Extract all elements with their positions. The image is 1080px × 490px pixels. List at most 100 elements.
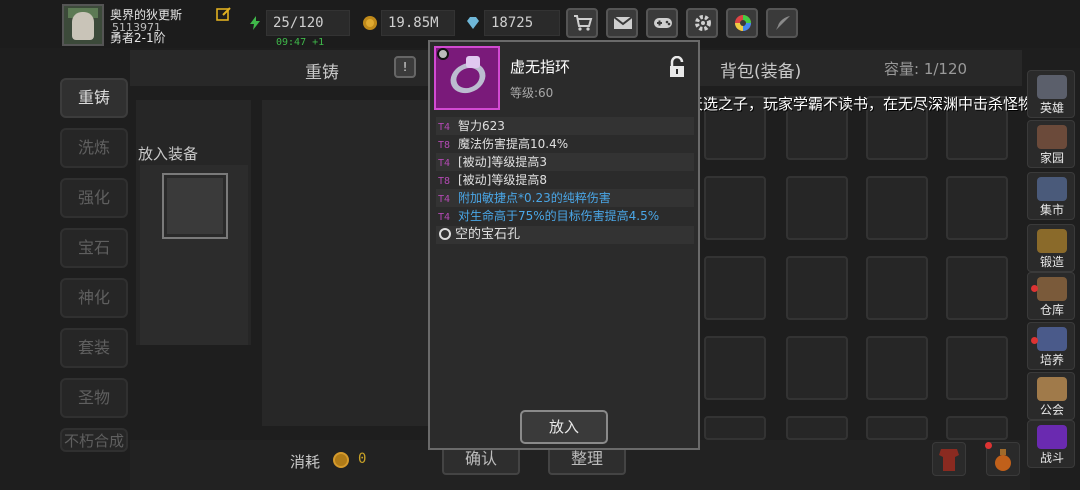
- backpack-slot[interactable]: [866, 256, 928, 320]
- stat-tier: T4: [438, 212, 451, 223]
- backpack-slot[interactable]: [866, 336, 928, 400]
- diamond-icon: [467, 17, 479, 29]
- stat-text: 魔法伤害提高10.4%: [458, 137, 569, 151]
- gold-value: 19.85M: [388, 15, 439, 31]
- anvil-icon: [1037, 229, 1067, 253]
- nav-warehouse[interactable]: 仓库: [1027, 272, 1075, 320]
- color-wheel-button[interactable]: [726, 8, 758, 38]
- item-level: 等级:60: [510, 86, 554, 100]
- select-circle-icon: [437, 48, 449, 60]
- stat-text: 附加敏捷点*0.23的纯粹伤害: [458, 191, 611, 205]
- market-icon: [1037, 177, 1067, 201]
- nav-home[interactable]: 家园: [1027, 120, 1075, 168]
- stat-text: 智力623: [458, 119, 505, 133]
- energy-timer: 09:47 +1: [276, 37, 325, 48]
- player-rank: 勇者2-1阶: [110, 31, 166, 45]
- hero-icon: [1037, 75, 1067, 99]
- backpack-slot[interactable]: [946, 336, 1008, 400]
- nav-label: 培养: [1039, 353, 1064, 367]
- quill-icon: [776, 16, 790, 30]
- backpack-slot[interactable]: [704, 416, 766, 440]
- gamepad-icon: [654, 18, 672, 28]
- empty-socket-icon: [439, 228, 451, 240]
- settings-gear-icon: [695, 15, 711, 31]
- backpack-slot[interactable]: [786, 416, 848, 440]
- armor-icon: [939, 449, 959, 471]
- nav-guild[interactable]: 公会: [1027, 372, 1075, 420]
- energy-value: 25/120: [273, 15, 324, 31]
- backpack-slot[interactable]: [704, 256, 766, 320]
- shop-button[interactable]: [566, 8, 598, 38]
- nav-market[interactable]: 集市: [1027, 172, 1075, 220]
- place-button[interactable]: 放入: [520, 410, 608, 444]
- quill-button[interactable]: [766, 8, 798, 38]
- unlock-icon[interactable]: [667, 56, 687, 78]
- stat-text: [被动]等级提高3: [458, 155, 547, 169]
- backpack-slot[interactable]: [704, 336, 766, 400]
- item-stat-row: T4 附加敏捷点*0.23的纯粹伤害: [436, 189, 694, 207]
- hint-button[interactable]: !: [394, 56, 416, 78]
- gem-counter: 18725: [467, 10, 560, 36]
- cost-value: 0: [358, 451, 367, 467]
- backpack-slot[interactable]: [946, 176, 1008, 240]
- potion-icon: [995, 449, 1011, 471]
- item-stat-row: T4 对生命高于75%的目标伤害提高4.5%: [436, 207, 694, 225]
- mail-icon: [613, 16, 633, 29]
- stat-text: [被动]等级提高8: [458, 173, 547, 187]
- gem-value: 18725: [491, 15, 534, 31]
- item-stat-row: T4 [被动]等级提高3: [436, 153, 694, 171]
- announcement-marquee: 天选之子，玩家学霸不读书，在无尽深渊中击杀怪物获: [688, 95, 1049, 113]
- cost-label: 消耗: [290, 453, 321, 471]
- nav-label: 锻造: [1039, 255, 1064, 269]
- color-wheel-icon: [735, 15, 751, 31]
- nav-label: 英雄: [1039, 101, 1064, 115]
- side-tab-set[interactable]: 套装: [60, 328, 128, 368]
- item-stat-row: T8 魔法伤害提高10.4%: [436, 135, 694, 153]
- side-tab-gem[interactable]: 宝石: [60, 228, 128, 268]
- backpack-slot[interactable]: [704, 176, 766, 240]
- nav-portal[interactable]: 战斗: [1027, 420, 1075, 468]
- place-equipment-label: 放入装备: [138, 145, 199, 163]
- side-tab-enhance[interactable]: 强化: [60, 178, 128, 218]
- energy-counter: 25/120: [250, 10, 350, 36]
- stat-text: 对生命高于75%的目标伤害提高4.5%: [458, 209, 660, 223]
- gem-socket: 空的宝石孔: [436, 226, 694, 244]
- side-tab-recast[interactable]: 重铸: [60, 78, 128, 118]
- backpack-slot[interactable]: [866, 176, 928, 240]
- nav-hero[interactable]: 英雄: [1027, 70, 1075, 118]
- notification-dot: [985, 442, 992, 449]
- shop-cart-icon: [574, 15, 593, 31]
- notification-dot: [1031, 337, 1038, 344]
- side-tab-deify[interactable]: 神化: [60, 278, 128, 318]
- backpack-slot[interactable]: [786, 336, 848, 400]
- home-icon: [1037, 125, 1067, 149]
- backpack-slot[interactable]: [946, 256, 1008, 320]
- side-tab-refine[interactable]: 洗炼: [60, 128, 128, 168]
- edit-icon[interactable]: [216, 6, 232, 22]
- item-name: 虚无指环: [510, 58, 571, 76]
- backpack-slot[interactable]: [946, 416, 1008, 440]
- nav-anvil[interactable]: 锻造: [1027, 224, 1075, 272]
- socket-label: 空的宝石孔: [455, 227, 521, 242]
- nav-training[interactable]: 培养: [1027, 322, 1075, 370]
- guild-icon: [1037, 377, 1067, 401]
- settings-button[interactable]: [686, 8, 718, 38]
- equipment-slot[interactable]: [162, 173, 228, 239]
- notification-dot: [1031, 285, 1038, 292]
- nav-label: 公会: [1039, 403, 1064, 417]
- side-tab-immortal-synthesis[interactable]: 不朽合成: [60, 428, 128, 452]
- avatar[interactable]: [62, 4, 104, 46]
- nav-label: 家园: [1039, 151, 1064, 165]
- backpack-slot[interactable]: [786, 176, 848, 240]
- backpack-slot[interactable]: [866, 416, 928, 440]
- mail-button[interactable]: [606, 8, 638, 38]
- side-tab-relic[interactable]: 圣物: [60, 378, 128, 418]
- gamepad-button[interactable]: [646, 8, 678, 38]
- backpack-slot[interactable]: [786, 256, 848, 320]
- gold-coin-icon: [363, 16, 377, 30]
- backpack-capacity: 容量: 1/120: [884, 60, 968, 78]
- backpack-title: 背包(装备): [720, 62, 802, 82]
- armor-button[interactable]: [932, 442, 966, 476]
- nav-label: 集市: [1039, 203, 1064, 217]
- nav-label: 仓库: [1039, 303, 1064, 317]
